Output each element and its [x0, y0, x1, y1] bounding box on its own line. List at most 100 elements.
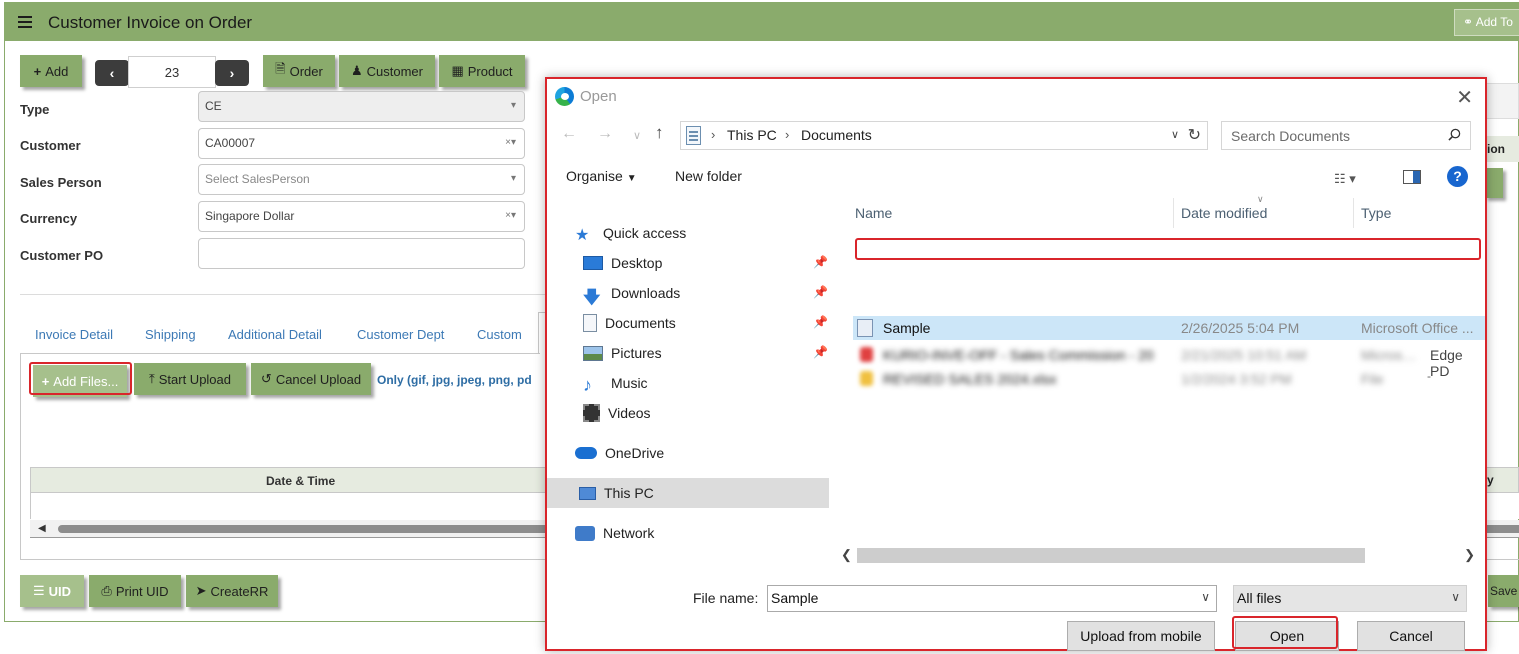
customer-select[interactable]: CA00007 ×▾	[198, 128, 525, 159]
cancel-upload-button[interactable]: ↺ Cancel Upload	[251, 363, 371, 395]
recent-locations-chevron-icon[interactable]: ∨	[633, 129, 641, 142]
upload-from-mobile-button[interactable]: Upload from mobile	[1067, 621, 1215, 651]
nav-item-music[interactable]: ♪ Music	[583, 368, 648, 398]
tab-customer-dept[interactable]: Customer Dept	[357, 327, 444, 342]
open-file-dialog: Open ✕ ← → ∨ ↑ › This PC › Documents ∨ ↻…	[545, 77, 1487, 651]
print-uid-button[interactable]: ⎙ Print UID	[89, 575, 181, 607]
product-icon: ▦	[451, 63, 464, 78]
nav-item-network[interactable]: Network	[575, 518, 654, 548]
salesperson-placeholder: Select SalesPerson	[205, 172, 310, 186]
type-column-header[interactable]: Type	[1361, 205, 1391, 221]
pictures-icon	[583, 345, 603, 361]
file-type-select[interactable]: All files ∨	[1233, 585, 1467, 612]
file-list-horizontal-scrollbar[interactable]: ❮ ❯	[833, 546, 1485, 564]
save-button[interactable]: Save	[1488, 575, 1519, 607]
file-type-value: All files	[1237, 590, 1282, 606]
tab-invoice-detail[interactable]: Invoice Detail	[35, 327, 113, 342]
scroll-left-arrow-icon[interactable]: ◀	[38, 523, 46, 534]
date-modified-column-header[interactable]: Date modified	[1181, 205, 1267, 221]
preview-pane-icon[interactable]	[1403, 170, 1421, 184]
allowed-file-types-text: Only (gif, jpg, jpeg, png, pd	[377, 373, 532, 387]
nav-item-desktop[interactable]: Desktop	[583, 248, 662, 278]
salesperson-select[interactable]: Select SalesPerson ▾	[198, 164, 525, 195]
order-button[interactable]: 🗎 Order	[263, 55, 335, 87]
nav-item-label: Documents	[605, 315, 676, 331]
add-to-label: Add To	[1475, 15, 1513, 29]
breadcrumb-separator-icon[interactable]: ›	[711, 127, 715, 142]
product-button[interactable]: ▦ Product	[439, 55, 525, 87]
pin-icon[interactable]: 📌	[813, 315, 828, 329]
cancel-button[interactable]: Cancel	[1357, 621, 1465, 651]
close-icon[interactable]: ✕	[1456, 85, 1473, 110]
record-number-input[interactable]: 23	[128, 56, 216, 88]
type-select[interactable]: CE ▾	[198, 91, 525, 122]
file-date: 2/26/2025 5:04 PM	[1181, 320, 1300, 336]
computer-icon	[579, 486, 596, 500]
file-date: 1/2/2024 3:52 PM	[1181, 371, 1292, 387]
start-upload-button[interactable]: ⤒ Start Upload	[134, 363, 246, 395]
row-action-button[interactable]	[1485, 168, 1503, 198]
customer-button[interactable]: ♟ Customer	[339, 55, 435, 87]
salesperson-label: Sales Person	[20, 175, 102, 190]
organise-menu[interactable]: Organise ▼	[566, 168, 637, 184]
by-column-header: y	[1487, 473, 1494, 487]
add-label: Add	[45, 63, 69, 79]
name-column-header[interactable]: Name	[855, 205, 892, 221]
new-folder-button[interactable]: New folder	[675, 168, 742, 184]
view-options-icon[interactable]: ☷ ▾	[1334, 171, 1356, 187]
search-input[interactable]: Search Documents	[1221, 121, 1471, 150]
column-separator	[1353, 198, 1354, 228]
chevron-down-icon[interactable]: ∨	[1201, 590, 1210, 604]
type-label: Type	[20, 102, 50, 117]
file-row[interactable]: KURIO-INVE-OFF - Sales Commission - 2021…	[853, 343, 1485, 367]
currency-select[interactable]: Singapore Dollar ×▾	[198, 201, 525, 232]
nav-item-downloads[interactable]: 🡇 Downloads	[583, 278, 680, 308]
nav-item-videos[interactable]: Videos	[583, 398, 651, 428]
file-row[interactable]: REVISED SALES 2024.xlsx 1/2/2024 3:52 PM…	[853, 367, 1485, 391]
file-row-sample[interactable]: Sample 2/26/2025 5:04 PM Microsoft Offic…	[853, 316, 1485, 340]
uid-button[interactable]: ☰ UID	[20, 575, 84, 607]
create-rr-button[interactable]: ➤ CreateRR	[186, 575, 278, 607]
open-button[interactable]: Open	[1235, 621, 1339, 651]
pin-icon[interactable]: 📌	[813, 255, 828, 269]
tab-additional-detail[interactable]: Additional Detail	[228, 327, 322, 342]
help-icon[interactable]: ?	[1447, 166, 1468, 187]
nav-item-this-pc[interactable]: This PC	[547, 478, 829, 508]
scroll-left-icon[interactable]: ❮	[841, 547, 852, 563]
dialog-title: Open	[580, 88, 617, 105]
customer-po-input[interactable]	[198, 238, 525, 269]
previous-record-button[interactable]: ‹	[95, 60, 129, 86]
add-to-button[interactable]: ⚭ Add To	[1454, 9, 1519, 36]
nav-item-pictures[interactable]: Pictures	[583, 338, 662, 368]
file-date: 2/21/2025 10:51 AM	[1181, 347, 1307, 363]
file-name-input[interactable]: Sample ∨	[767, 585, 1217, 612]
add-button[interactable]: + Add	[20, 55, 82, 87]
tab-shipping[interactable]: Shipping	[145, 327, 196, 342]
breadcrumb-documents[interactable]: Documents	[801, 127, 872, 143]
address-dropdown-icon[interactable]: ∨	[1171, 128, 1179, 141]
add-files-button[interactable]: + Add Files...	[33, 365, 127, 397]
uid-label: UID	[48, 583, 72, 599]
nav-item-quick-access[interactable]: ★ Quick access	[575, 218, 686, 248]
network-icon	[575, 525, 595, 541]
desktop-icon	[583, 256, 603, 270]
tab-custom[interactable]: Custom	[477, 327, 522, 342]
dialog-titlebar: Open ✕	[547, 79, 1485, 113]
address-bar[interactable]: › This PC › Documents ∨ ↻	[680, 121, 1208, 150]
pin-icon[interactable]: 📌	[813, 345, 828, 359]
scrollbar-thumb[interactable]	[857, 548, 1365, 563]
next-record-button[interactable]: ›	[215, 60, 249, 86]
breadcrumb-separator-icon[interactable]: ›	[785, 127, 789, 142]
forward-arrow-icon[interactable]: →	[597, 125, 613, 143]
currency-label: Currency	[20, 211, 78, 226]
up-arrow-icon[interactable]: ↑	[655, 123, 664, 143]
nav-item-onedrive[interactable]: OneDrive	[575, 438, 664, 468]
hamburger-menu-icon[interactable]	[18, 16, 32, 28]
pin-icon[interactable]: 📌	[813, 285, 828, 299]
refresh-icon[interactable]: ↻	[1188, 125, 1201, 145]
breadcrumb-this-pc[interactable]: This PC	[727, 127, 777, 143]
scroll-right-icon[interactable]: ❯	[1464, 547, 1475, 563]
back-arrow-icon[interactable]: ←	[561, 125, 577, 143]
chevron-right-icon: ›	[229, 65, 235, 81]
nav-item-documents[interactable]: Documents	[583, 308, 676, 338]
